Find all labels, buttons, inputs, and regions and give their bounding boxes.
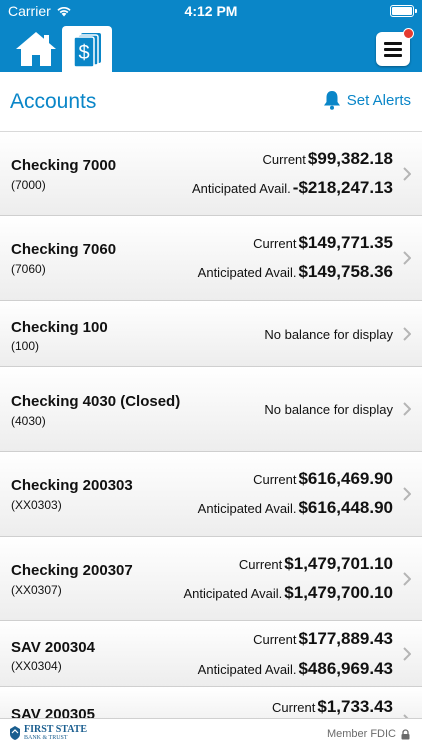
current-balance-line: Current $149,771.35 — [253, 233, 393, 253]
account-row[interactable]: Checking 7060 (7060) Current $149,771.35… — [0, 216, 422, 301]
footer: FIRST STATE BANK & TRUST Member FDIC — [0, 718, 422, 750]
fdic-notice: Member FDIC — [327, 728, 410, 740]
account-number: (XX0307) — [11, 583, 62, 597]
available-label: Anticipated Avail. — [197, 501, 297, 516]
current-label: Current — [253, 472, 297, 487]
battery-icon — [390, 5, 417, 17]
account-name: Checking 4030 (Closed) — [11, 393, 181, 410]
current-balance-line: Current $616,469.90 — [253, 469, 393, 489]
page-header: Accounts Set Alerts — [0, 72, 422, 132]
current-balance: $99,382.18 — [307, 149, 393, 168]
chevron-right-icon — [403, 647, 411, 661]
chevron-right-icon — [403, 167, 411, 181]
current-balance-line: Current $177,889.43 — [253, 629, 393, 649]
account-number: (100) — [11, 339, 40, 353]
account-row[interactable]: Checking 100 (100) No balance for displa… — [0, 301, 422, 367]
chevron-right-icon — [403, 327, 411, 341]
chevron-right-icon — [403, 572, 411, 586]
bank-logo-icon — [10, 726, 20, 740]
account-row[interactable]: SAV 200304 (XX0304) Current $177,889.43 … — [0, 621, 422, 687]
current-balance-line: Current $1,479,701.10 — [239, 554, 393, 574]
status-bar: Carrier 4:12 PM — [0, 0, 422, 22]
current-balance-line: Current $1,733.43 — [272, 697, 393, 717]
account-row[interactable]: Checking 200307 (XX0307) Current $1,479,… — [0, 537, 422, 621]
current-balance-line: Current $99,382.18 — [263, 149, 393, 169]
account-number: (7060) — [11, 262, 46, 276]
current-label: Current — [272, 700, 316, 715]
available-balance: $616,448.90 — [298, 498, 393, 517]
chevron-right-icon — [403, 402, 411, 416]
current-label: Current — [253, 632, 297, 647]
available-balance: $1,479,700.10 — [284, 583, 393, 602]
page-title: Accounts — [10, 90, 97, 113]
home-button[interactable] — [14, 30, 58, 68]
available-label: Anticipated Avail. — [197, 662, 297, 677]
current-balance: $149,771.35 — [298, 233, 393, 252]
lock-icon — [401, 728, 410, 739]
available-label: Anticipated Avail. — [197, 265, 297, 280]
available-balance: $149,758.36 — [298, 262, 393, 281]
account-number: (7000) — [11, 178, 46, 192]
top-nav: $ — [0, 22, 422, 72]
chevron-right-icon — [403, 487, 411, 501]
account-row[interactable]: Checking 7000 (7000) Current $99,382.18 … — [0, 132, 422, 216]
available-balance: $486,969.43 — [298, 659, 393, 678]
account-name: Checking 200303 — [11, 477, 133, 494]
available-label: Anticipated Avail. — [192, 181, 291, 196]
dollar-card-icon: $ — [73, 33, 101, 68]
current-balance: $1,733.43 — [317, 697, 393, 716]
current-label: Current — [262, 152, 306, 167]
no-balance-text: No balance for display — [264, 327, 393, 342]
bank-logo: FIRST STATE BANK & TRUST — [9, 725, 87, 741]
current-label: Current — [238, 557, 283, 572]
current-balance: $177,889.43 — [298, 629, 393, 648]
account-name: Checking 7000 — [11, 157, 117, 174]
svg-text:$: $ — [78, 42, 89, 64]
available-balance-line: Anticipated Avail. $1,479,700.10 — [184, 583, 394, 603]
account-name: Checking 100 — [11, 319, 108, 336]
account-list: Checking 7000 (7000) Current $99,382.18 … — [0, 132, 422, 732]
available-balance-line: Anticipated Avail. -$218,247.13 — [192, 178, 393, 198]
bank-subtitle: BANK & TRUST — [24, 735, 68, 741]
home-icon — [16, 32, 56, 66]
account-name: Checking 200307 — [11, 562, 133, 579]
menu-button[interactable] — [376, 28, 414, 66]
account-row[interactable]: Checking 200303 (XX0303) Current $616,46… — [0, 452, 422, 537]
account-name: SAV 200304 — [11, 639, 95, 656]
available-balance-line: Anticipated Avail. $486,969.43 — [198, 659, 393, 679]
account-row[interactable]: Checking 4030 (Closed) (4030) No balance… — [0, 367, 422, 452]
current-balance: $1,479,701.10 — [284, 554, 393, 573]
available-label: Anticipated Avail. — [183, 586, 283, 601]
available-balance-line: Anticipated Avail. $616,448.90 — [198, 498, 393, 518]
account-number: (4030) — [11, 414, 46, 428]
set-alerts-label: Set Alerts — [346, 91, 411, 109]
fdic-label: Member FDIC — [326, 728, 396, 740]
current-label: Current — [253, 236, 297, 251]
available-balance-line: Anticipated Avail. $149,758.36 — [198, 262, 393, 282]
chevron-right-icon — [403, 251, 411, 265]
no-balance-text: No balance for display — [264, 402, 393, 417]
hamburger-menu-icon — [384, 42, 402, 60]
clock: 4:12 PM — [184, 3, 238, 19]
notification-badge — [403, 28, 414, 39]
account-name: Checking 7060 — [11, 241, 117, 258]
account-number: (XX0304) — [11, 659, 62, 673]
current-balance: $616,469.90 — [298, 469, 393, 488]
set-alerts-button[interactable]: Set Alerts — [323, 90, 411, 110]
account-number: (XX0303) — [11, 498, 62, 512]
accounts-tab[interactable]: $ — [62, 26, 112, 72]
bank-name: FIRST STATE — [24, 724, 88, 735]
available-balance: -$218,247.13 — [292, 178, 393, 197]
bell-icon — [323, 91, 340, 110]
